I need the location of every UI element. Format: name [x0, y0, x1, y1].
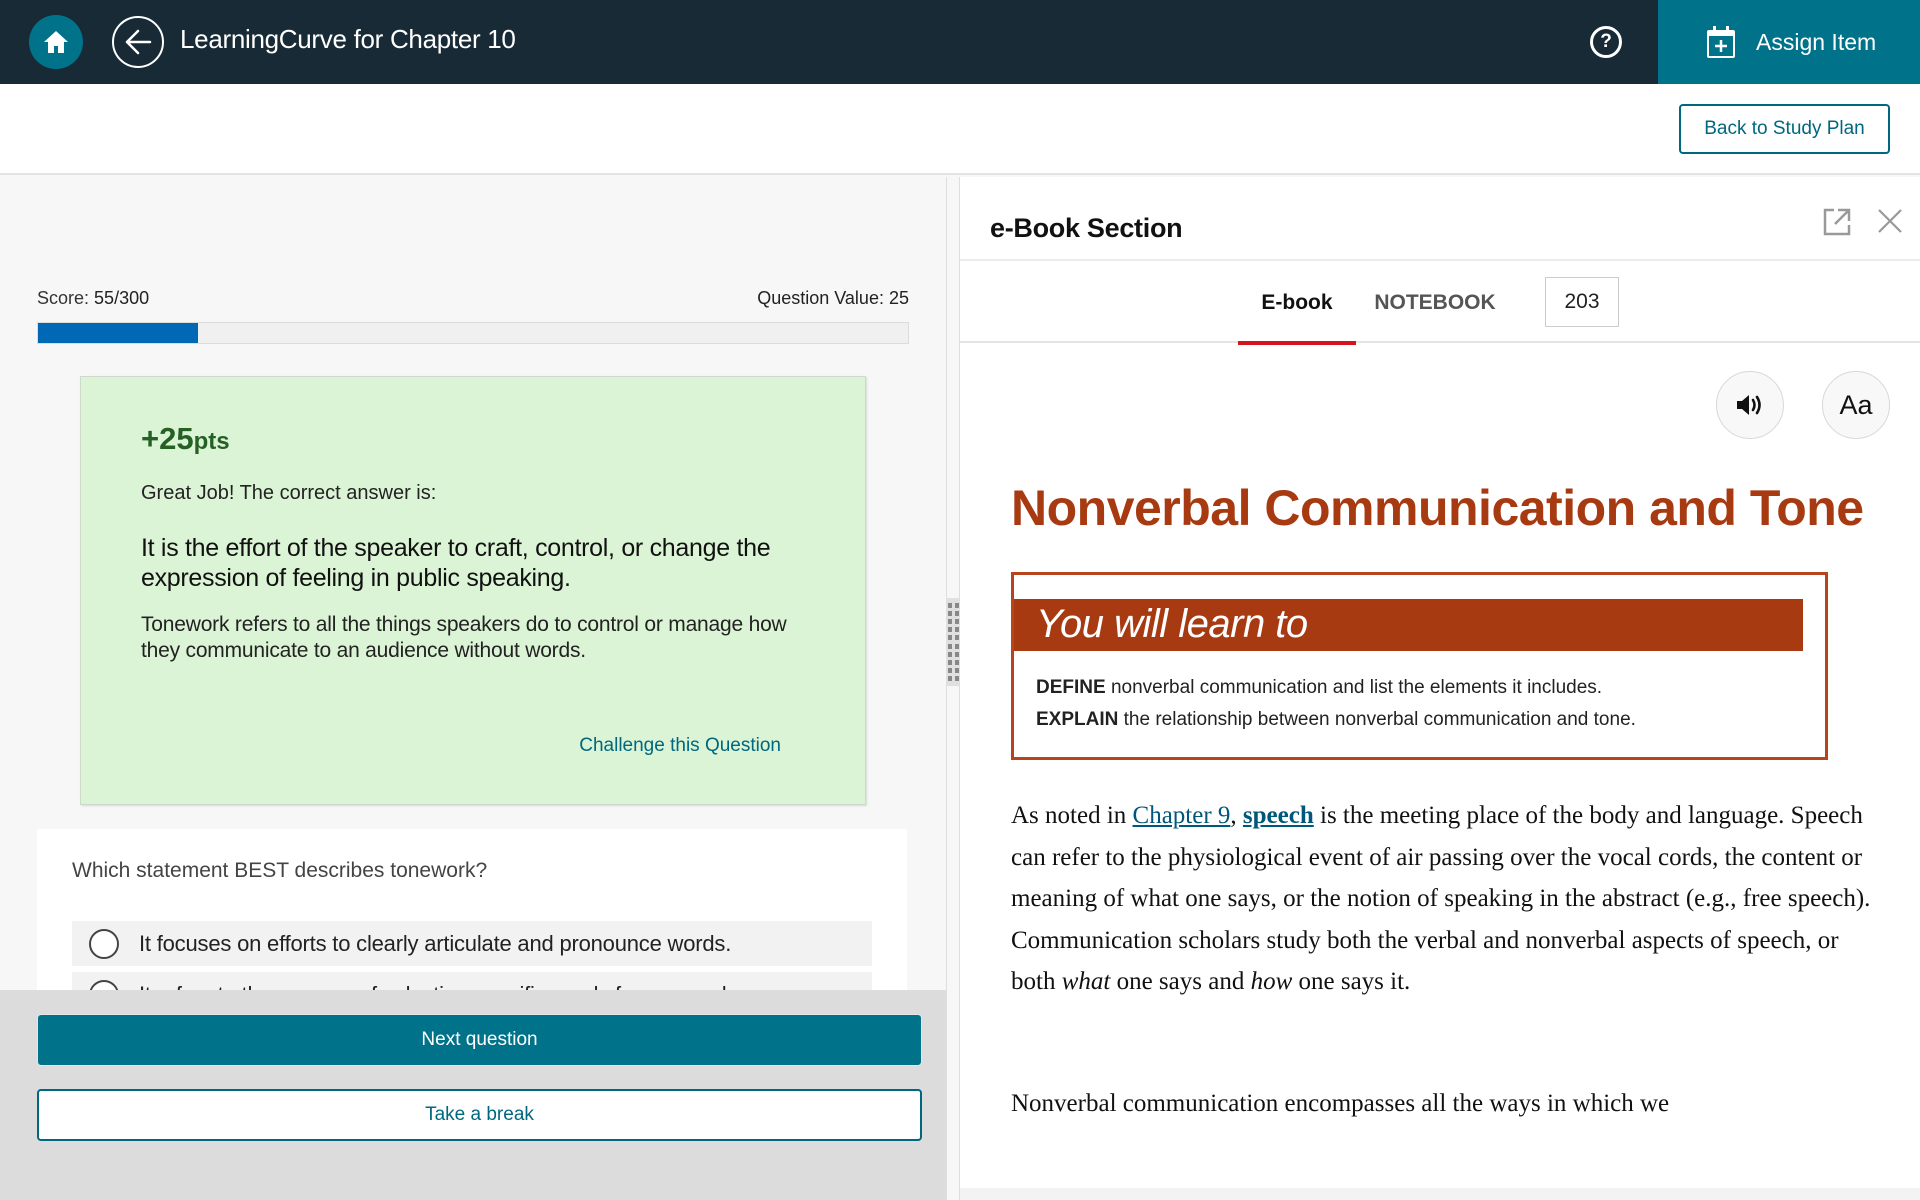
ebook-panel: e-Book Section E-book NOTEBOOK Aa Nonver… [960, 177, 1920, 1200]
speaker-icon [1737, 395, 1761, 415]
feedback-box: +25pts Great Job! The correct answer is:… [80, 376, 866, 805]
tab-ebook[interactable]: E-book [1238, 263, 1356, 345]
app-title: LearningCurve for Chapter 10 [180, 24, 516, 54]
assign-item-label: Assign Item [1756, 28, 1877, 55]
panel-divider [946, 177, 960, 1200]
panel-bottom-edge [960, 1188, 1920, 1200]
question-value: Question Value: 25 [757, 288, 909, 309]
text-span: one says and [1110, 968, 1251, 995]
objective-text: nonverbal communication and list the ele… [1105, 677, 1603, 698]
objective-verb: EXPLAIN [1036, 709, 1119, 730]
subheader: Back to Study Plan [0, 84, 1920, 175]
resize-handle[interactable] [946, 598, 960, 686]
points-earned: +25pts [141, 421, 230, 457]
text-span: is the meeting place of the body and lan… [1011, 802, 1871, 995]
emphasis-how: how [1250, 968, 1293, 995]
learning-objectives-heading: You will learn to [1036, 602, 1308, 646]
next-question-button[interactable]: Next question [37, 1014, 922, 1066]
radio-button[interactable] [89, 928, 119, 959]
points-number: +25 [141, 421, 194, 456]
calendar-plus-icon [1707, 26, 1735, 58]
question-value-label: Question Value: [757, 288, 884, 308]
ebook-paragraph: Nonverbal communication encompasses all … [1011, 1090, 1670, 1117]
score-progress-fill [38, 323, 198, 343]
answer-option[interactable]: It focuses on efforts to clearly articul… [72, 921, 872, 966]
text-span: As noted in [1011, 802, 1133, 829]
answer-explanation: Tonework refers to all the things speake… [141, 613, 787, 662]
tab-notebook[interactable]: NOTEBOOK [1370, 263, 1500, 343]
font-settings-button[interactable]: Aa [1822, 371, 1890, 439]
back-button[interactable] [112, 16, 164, 68]
top-bar: LearningCurve for Chapter 10 ? Assign It… [0, 0, 1920, 84]
back-to-study-plan-button[interactable]: Back to Study Plan [1679, 104, 1890, 154]
home-button[interactable] [29, 15, 83, 69]
ebook-panel-title: e-Book Section [990, 213, 1183, 243]
question-text: Which statement BEST describes tonework? [72, 859, 488, 882]
challenge-question-link[interactable]: Challenge this Question [579, 735, 781, 757]
score-label: Score: [37, 288, 90, 308]
correct-answer: It is the effort of the speaker to craft… [141, 534, 771, 592]
assign-item-button[interactable]: Assign Item [1658, 0, 1920, 84]
learning-objective: DEFINE nonverbal communication and list … [1036, 677, 1602, 699]
help-button[interactable]: ? [1590, 26, 1622, 58]
question-value-number: 25 [888, 288, 909, 308]
score: Score: 55/300 [37, 288, 149, 309]
read-aloud-button[interactable] [1716, 371, 1784, 439]
text-span: one says it. [1292, 968, 1411, 995]
ebook-header: e-Book Section [960, 177, 1920, 261]
help-circle-icon: ? [1600, 31, 1612, 52]
ebook-paragraph: As noted in Chapter 9, speech is the mee… [1011, 795, 1881, 1003]
emphasis-what: what [1061, 968, 1111, 995]
popout-button[interactable] [1822, 207, 1852, 242]
answer-option-text: It focuses on efforts to clearly articul… [139, 930, 732, 956]
speech-glossary-link[interactable]: speech [1243, 802, 1314, 829]
page-number-input[interactable] [1545, 277, 1619, 327]
quiz-panel: Score: 55/300 Question Value: 25 +25pts … [0, 177, 946, 1200]
learning-objective: EXPLAIN the relationship between nonverb… [1036, 709, 1636, 731]
objective-verb: DEFINE [1036, 677, 1106, 698]
chapter-9-link[interactable]: Chapter 9 [1133, 802, 1231, 829]
close-icon [1878, 209, 1902, 233]
ebook-tabs: E-book NOTEBOOK [960, 263, 1920, 345]
learning-objectives-box: You will learn to DEFINE nonverbal commu… [1011, 572, 1828, 760]
close-button[interactable] [1876, 207, 1904, 240]
arrow-left-icon [125, 29, 152, 55]
home-icon [44, 31, 68, 53]
score-row: Score: 55/300 Question Value: 25 [37, 288, 909, 309]
feedback-message: Great Job! The correct answer is: [141, 482, 437, 504]
external-link-icon [1823, 208, 1851, 236]
score-value: 55/300 [94, 288, 150, 308]
take-a-break-button[interactable]: Take a break [37, 1089, 922, 1141]
section-title: Nonverbal Communication and Tone [1011, 480, 1864, 536]
score-progress-bar [37, 322, 909, 344]
objective-text: the relationship between nonverbal commu… [1118, 709, 1636, 730]
points-unit: pts [193, 428, 230, 455]
text-span: , [1230, 802, 1243, 829]
learning-objectives-banner: You will learn to [1014, 599, 1803, 651]
